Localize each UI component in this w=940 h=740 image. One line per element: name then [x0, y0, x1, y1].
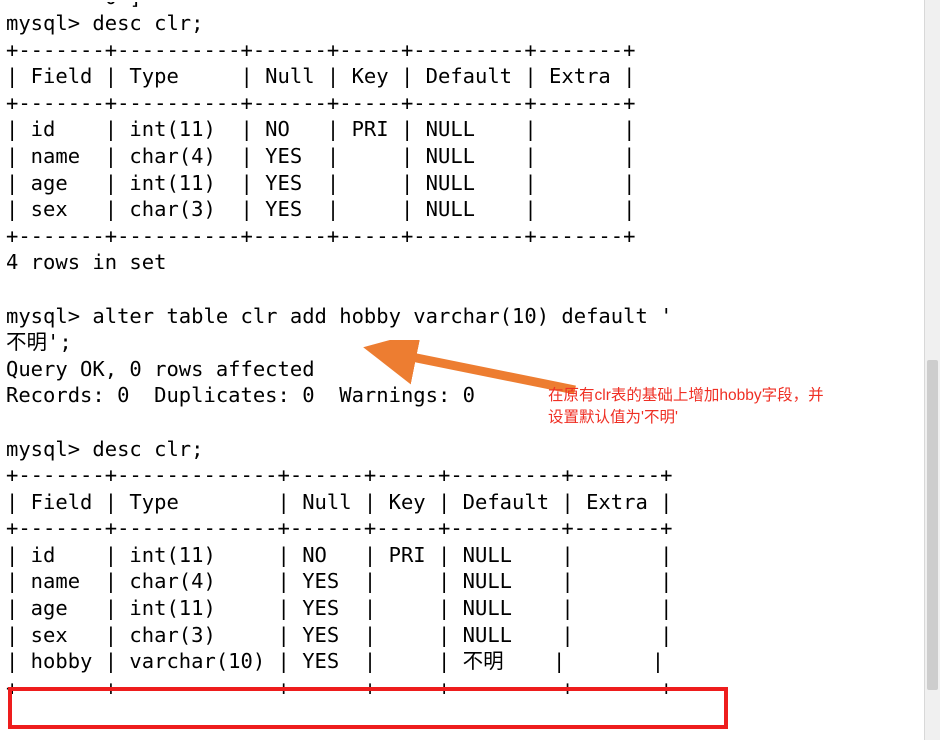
- terminal-line: | Field | Type | Null | Key | Default | …: [6, 64, 636, 89]
- scrollbar-thumb[interactable]: [927, 360, 938, 690]
- terminal-line: | name | char(4) | YES | | NULL | |: [6, 143, 636, 168]
- annotation-note: 在原有clr表的基础上增加hobby字段，并 设置默认值为'不明': [548, 387, 824, 426]
- highlight-rectangle: [8, 687, 728, 729]
- terminal-line: | id | int(11) | NO | PRI | NULL | |: [6, 542, 673, 567]
- scrollbar[interactable]: [924, 0, 940, 740]
- terminal-line: +-------+-------------+------+-----+----…: [6, 463, 673, 488]
- terminal-line: mysql> desc clr;: [6, 436, 204, 461]
- terminal-line: 不明';: [6, 330, 72, 355]
- terminal-partial-line: 0 ]: [6, 2, 940, 10]
- terminal-line: mysql> desc clr;: [6, 11, 204, 35]
- terminal-line: Query OK, 0 rows affected: [6, 356, 315, 381]
- terminal-line: +-------+----------+------+-----+-------…: [6, 223, 636, 248]
- terminal-line: 4 rows in set: [6, 250, 167, 275]
- terminal-line: +-------+-------------+------+-----+----…: [6, 516, 673, 541]
- terminal-line: | age | int(11) | YES | | NULL | |: [6, 170, 636, 195]
- terminal-line: | id | int(11) | NO | PRI | NULL | |: [6, 117, 636, 142]
- terminal-line: | sex | char(3) | YES | | NULL | |: [6, 197, 636, 222]
- terminal-line: mysql> alter table clr add hobby varchar…: [6, 303, 673, 328]
- terminal-output: 0 ]mysql> desc clr;+-------+----------+-…: [0, 0, 940, 740]
- terminal-line: | Field | Type | Null | Key | Default | …: [6, 489, 673, 514]
- terminal-line: | hobby | varchar(10) | YES | | 不明 | |: [6, 649, 665, 674]
- terminal-line: +-------+----------+------+-----+-------…: [6, 37, 636, 62]
- terminal-line: | sex | char(3) | YES | | NULL | |: [6, 622, 673, 647]
- terminal-line: | age | int(11) | YES | | NULL | |: [6, 596, 673, 621]
- terminal-line: +-------+----------+------+-----+-------…: [6, 90, 636, 115]
- terminal-line: | name | char(4) | YES | | NULL | |: [6, 569, 673, 594]
